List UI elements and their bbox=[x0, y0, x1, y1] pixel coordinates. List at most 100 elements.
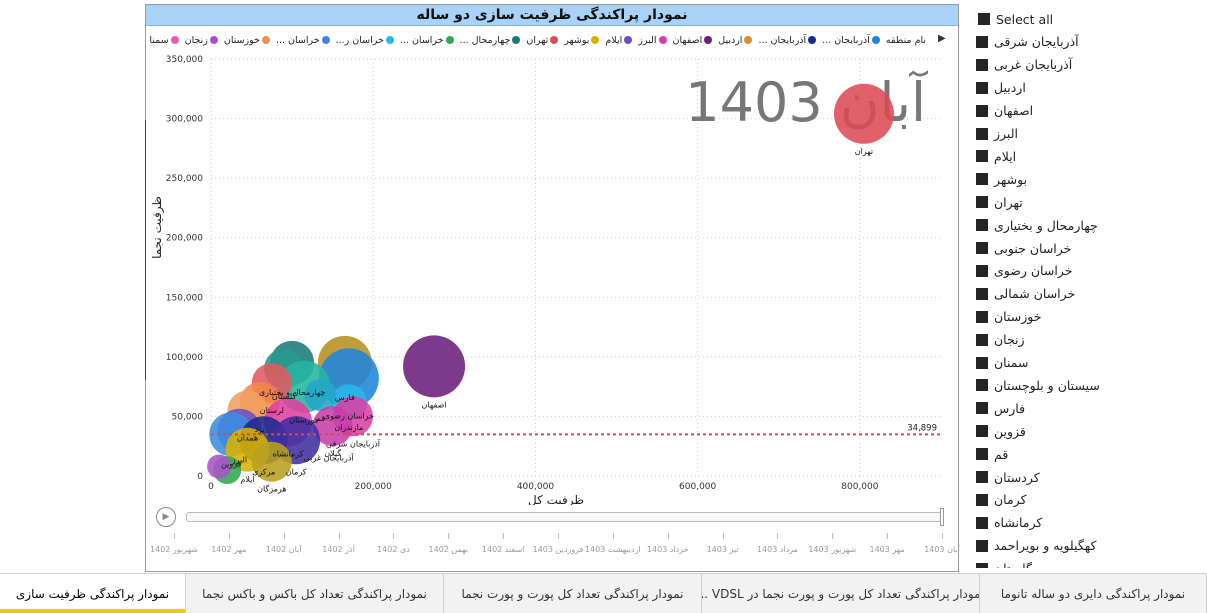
checkbox-checked-icon[interactable] bbox=[976, 287, 988, 300]
checkbox-checked-icon[interactable] bbox=[976, 333, 988, 346]
checkbox-checked-icon[interactable] bbox=[976, 127, 988, 140]
slicer-item[interactable]: کردستان bbox=[976, 466, 1207, 488]
page-tab[interactable]: نمودار پراکندگی تعداد کل پورت و پورت نجم… bbox=[702, 574, 980, 613]
bubble-label: ایلام bbox=[240, 475, 254, 484]
checkbox-checked-icon[interactable] bbox=[976, 196, 988, 209]
checkbox-checked-icon[interactable] bbox=[976, 516, 988, 529]
checkbox-checked-icon[interactable] bbox=[976, 402, 988, 415]
slicer-item-label: بوشهر bbox=[994, 171, 1028, 187]
checkbox-checked-icon[interactable] bbox=[976, 173, 988, 186]
timeline-label[interactable]: تیر 1403 bbox=[707, 545, 739, 555]
slicer-item-label: اردبیل bbox=[994, 80, 1026, 96]
region-slicer[interactable]: Select all آذربایجان شرقی آذربایجان غربی ار… bbox=[976, 8, 1207, 568]
play-axis-slider-thumb[interactable] bbox=[940, 508, 944, 526]
timeline-label[interactable]: بهمن 1402 bbox=[429, 545, 469, 555]
slicer-item[interactable]: کرمان bbox=[976, 489, 1207, 511]
page-tab[interactable]: نمودار پراکندگی دایری دو ساله تانوما bbox=[980, 574, 1207, 613]
timeline-label[interactable]: آذر 1402 bbox=[322, 545, 355, 555]
bubble-label: کرمان bbox=[286, 467, 307, 476]
slicer-item[interactable]: گلستان bbox=[976, 558, 1207, 568]
slicer-item-label: خراسان رضوی bbox=[994, 263, 1073, 279]
timeline-label[interactable]: آبان 1403 bbox=[924, 545, 960, 555]
slicer-item[interactable]: چهارمحال و بختیاری bbox=[976, 214, 1207, 236]
slicer-item[interactable]: بوشهر bbox=[976, 168, 1207, 190]
checkbox-checked-icon[interactable] bbox=[976, 264, 988, 277]
checkbox-checked-icon[interactable] bbox=[976, 425, 988, 438]
checkbox-checked-icon[interactable] bbox=[976, 81, 988, 94]
slicer-item[interactable]: کرمانشاه bbox=[976, 512, 1207, 534]
bubble[interactable] bbox=[403, 335, 466, 398]
slicer-item[interactable]: آذربایجان شرقی bbox=[976, 31, 1207, 53]
timeline-label[interactable]: شهریور 1403 bbox=[808, 545, 856, 555]
scatter-chart-visual: نمودار پراکندگی ظرفیت سازی دو ساله نام م… bbox=[145, 4, 960, 572]
checkbox-checked-icon[interactable] bbox=[976, 356, 988, 369]
timeline-label[interactable]: شهریور 1402 bbox=[150, 545, 198, 555]
checkbox-checked-icon[interactable] bbox=[976, 104, 988, 117]
left-divider bbox=[145, 120, 146, 380]
scatter-plot-area: 0 50,000 100,000 150,000 200,000 250,000 300,0… bbox=[150, 55, 941, 505]
checkbox-checked-icon[interactable] bbox=[976, 58, 988, 71]
timeline-tick bbox=[832, 533, 834, 539]
timeline-label[interactable]: فروردین 1403 bbox=[533, 545, 584, 555]
slicer-item-label: گلستان bbox=[994, 561, 1032, 568]
checkbox-checked-icon[interactable] bbox=[976, 35, 988, 48]
bubble[interactable] bbox=[833, 83, 894, 144]
slicer-item[interactable]: البرز bbox=[976, 123, 1207, 145]
checkbox-checked-icon[interactable] bbox=[976, 493, 988, 506]
page-tab[interactable]: نمودار پراکندگی تعداد کل پورت و پورت نجم… bbox=[444, 574, 702, 613]
timeline-label[interactable]: خرداد 1403 bbox=[647, 545, 689, 555]
slicer-item[interactable]: اصفهان bbox=[976, 100, 1207, 122]
slicer-item[interactable]: Select all bbox=[976, 8, 1207, 30]
timeline-tick bbox=[722, 533, 724, 539]
slicer-item[interactable]: خراسان شمالی bbox=[976, 283, 1207, 305]
timeline-label[interactable]: اسفند 1402 bbox=[482, 545, 525, 555]
timeline-label[interactable]: مهر 1402 bbox=[211, 545, 246, 555]
timeline-label[interactable]: آبان 1402 bbox=[266, 545, 302, 555]
timeline-tick bbox=[558, 533, 559, 539]
slicer-item[interactable]: قزوین bbox=[976, 420, 1207, 442]
timeline-label[interactable]: دی 1402 bbox=[377, 545, 410, 555]
bubble-label: قزوین bbox=[221, 459, 242, 468]
checkbox-checked-icon[interactable] bbox=[976, 562, 988, 568]
bubble-label: مازندران bbox=[334, 423, 363, 432]
page-tab[interactable]: نمودار پراکندگی ظرفیت سازی bbox=[0, 574, 186, 613]
timeline-label[interactable]: مرداد 1403 bbox=[757, 545, 798, 555]
slicer-item-label: سیستان و بلوچستان bbox=[994, 377, 1100, 393]
checkbox-checked-icon[interactable] bbox=[976, 471, 988, 483]
checkbox-checked-icon[interactable] bbox=[976, 310, 988, 323]
slicer-item[interactable]: خراسان رضوی bbox=[976, 260, 1207, 282]
checkbox-checked-icon[interactable] bbox=[976, 448, 988, 461]
slicer-item[interactable]: تهران bbox=[976, 191, 1207, 213]
play-axis-timeline[interactable]: شهریور 1402 مهر 1402 آبان 1402 آذر 1402 دی 1… bbox=[146, 533, 960, 563]
y-axis-title: ظرفیت نجما bbox=[150, 196, 165, 259]
slicer-item[interactable]: فارس bbox=[976, 397, 1207, 419]
checkbox-checked-icon[interactable] bbox=[976, 242, 988, 254]
bubble-label: گلستان bbox=[272, 391, 297, 401]
slicer-item[interactable]: قم bbox=[976, 443, 1207, 465]
play-axis-slider[interactable] bbox=[186, 512, 942, 522]
slicer-item-label: اصفهان bbox=[994, 103, 1034, 119]
slicer-item[interactable]: خوزستان bbox=[976, 306, 1207, 328]
checkbox-checked-icon[interactable] bbox=[976, 379, 988, 392]
slicer-item[interactable]: سیستان و بلوچستان bbox=[976, 374, 1207, 396]
checkbox-checked-icon[interactable] bbox=[976, 539, 988, 552]
checkbox-checked-icon[interactable] bbox=[976, 150, 988, 163]
checkbox-checked-icon[interactable] bbox=[978, 13, 990, 25]
timeline-tick bbox=[174, 533, 175, 539]
timeline-label[interactable]: مهر 1403 bbox=[869, 545, 904, 555]
report-page-tabs[interactable]: نمودار پراکندگی ظرفیت سازی نمودار پراکندگ… bbox=[0, 573, 1207, 613]
slicer-item[interactable]: سمنان bbox=[976, 352, 1207, 374]
timeline-label[interactable]: اردیبهشت 1403 bbox=[585, 545, 641, 555]
checkbox-checked-icon[interactable] bbox=[976, 219, 988, 232]
play-axis-button[interactable]: ▶ bbox=[156, 507, 176, 527]
slicer-item-label: خراسان شمالی bbox=[994, 286, 1076, 302]
slicer-item[interactable]: زنجان bbox=[976, 329, 1207, 351]
y-tick-label: 350,000 bbox=[166, 55, 203, 65]
slicer-item[interactable]: خراسان جنوبی bbox=[976, 237, 1207, 259]
slicer-item-label: کردستان bbox=[994, 469, 1040, 485]
slicer-item[interactable]: ایلام bbox=[976, 145, 1207, 167]
slicer-item[interactable]: کهگیلویه و بویراحمد bbox=[976, 535, 1207, 557]
page-tab[interactable]: نمودار پراکندگی تعداد کل باکس و باکس نجم… bbox=[186, 574, 444, 613]
slicer-item[interactable]: آذربایجان غربی bbox=[976, 54, 1207, 76]
slicer-item[interactable]: اردبیل bbox=[976, 77, 1207, 99]
